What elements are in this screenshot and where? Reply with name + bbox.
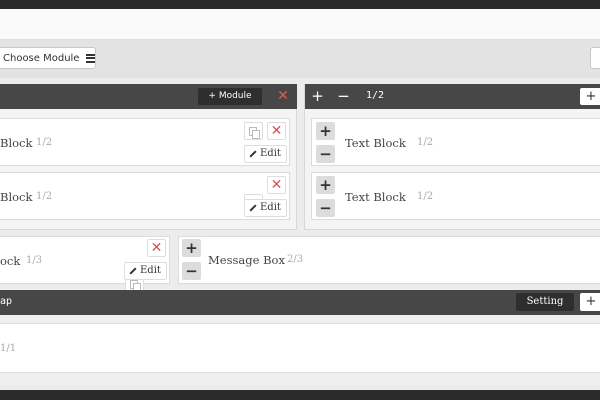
block-plus-button[interactable]: + [316,176,335,194]
message-box-fraction: 2/3 [287,254,304,265]
block-minus-button[interactable]: − [316,145,335,163]
block-title: Block [0,190,33,204]
block-minus-button[interactable]: − [182,262,201,280]
pencil-icon [129,266,137,275]
header-band [0,9,600,40]
choose-module-label: Choose Module [3,53,80,64]
bottom-window-bar [0,390,600,400]
block-title: ock [0,254,21,268]
section-width-fraction: 1/2 [366,90,385,101]
text-block-title: Text Block [345,190,406,204]
block-title: Block [0,136,33,150]
message-box-title: Message Box [208,253,285,267]
menu-icon [85,52,95,64]
toolbar-right-button[interactable] [590,47,600,69]
top-window-bar [0,0,600,9]
block-fraction: 1/3 [26,255,43,266]
text-block-title: Text Block [345,136,406,150]
add-module-button[interactable]: + Module [198,88,262,105]
edit-button[interactable]: Edit [124,262,167,280]
block-plus-button[interactable]: + [182,239,201,257]
pencil-icon [249,203,257,212]
bottom-header-plus-button[interactable]: + [580,293,600,311]
delete-icon[interactable]: ✕ [147,239,166,257]
delete-icon[interactable]: ✕ [267,176,286,194]
text-block-fraction: 1/2 [417,137,434,148]
block-minus-button[interactable]: − [316,199,335,217]
bottom-block-card [0,323,600,373]
pencil-icon [249,149,257,158]
edit-button[interactable]: Edit [244,145,287,163]
text-block-fraction: 1/2 [417,191,434,202]
decrease-width-button[interactable]: − [334,87,353,105]
copy-icon[interactable] [244,122,263,140]
block-fraction: 1/2 [36,137,53,148]
setting-button[interactable]: Setting [516,293,574,311]
block-fraction: 1/2 [36,191,53,202]
delete-icon[interactable]: ✕ [267,122,286,140]
edit-button[interactable]: Edit [244,199,287,217]
increase-width-button[interactable]: + [308,87,327,105]
bottom-section-header [0,290,600,315]
bottom-block-fraction: 1/1 [0,343,17,354]
choose-module-button[interactable]: Choose Module [0,47,96,69]
delete-section-icon[interactable]: ✕ [274,88,292,105]
right-header-plus-button[interactable]: + [580,88,600,105]
block-plus-button[interactable]: + [316,122,335,140]
bottom-section-title: ap [0,296,13,307]
